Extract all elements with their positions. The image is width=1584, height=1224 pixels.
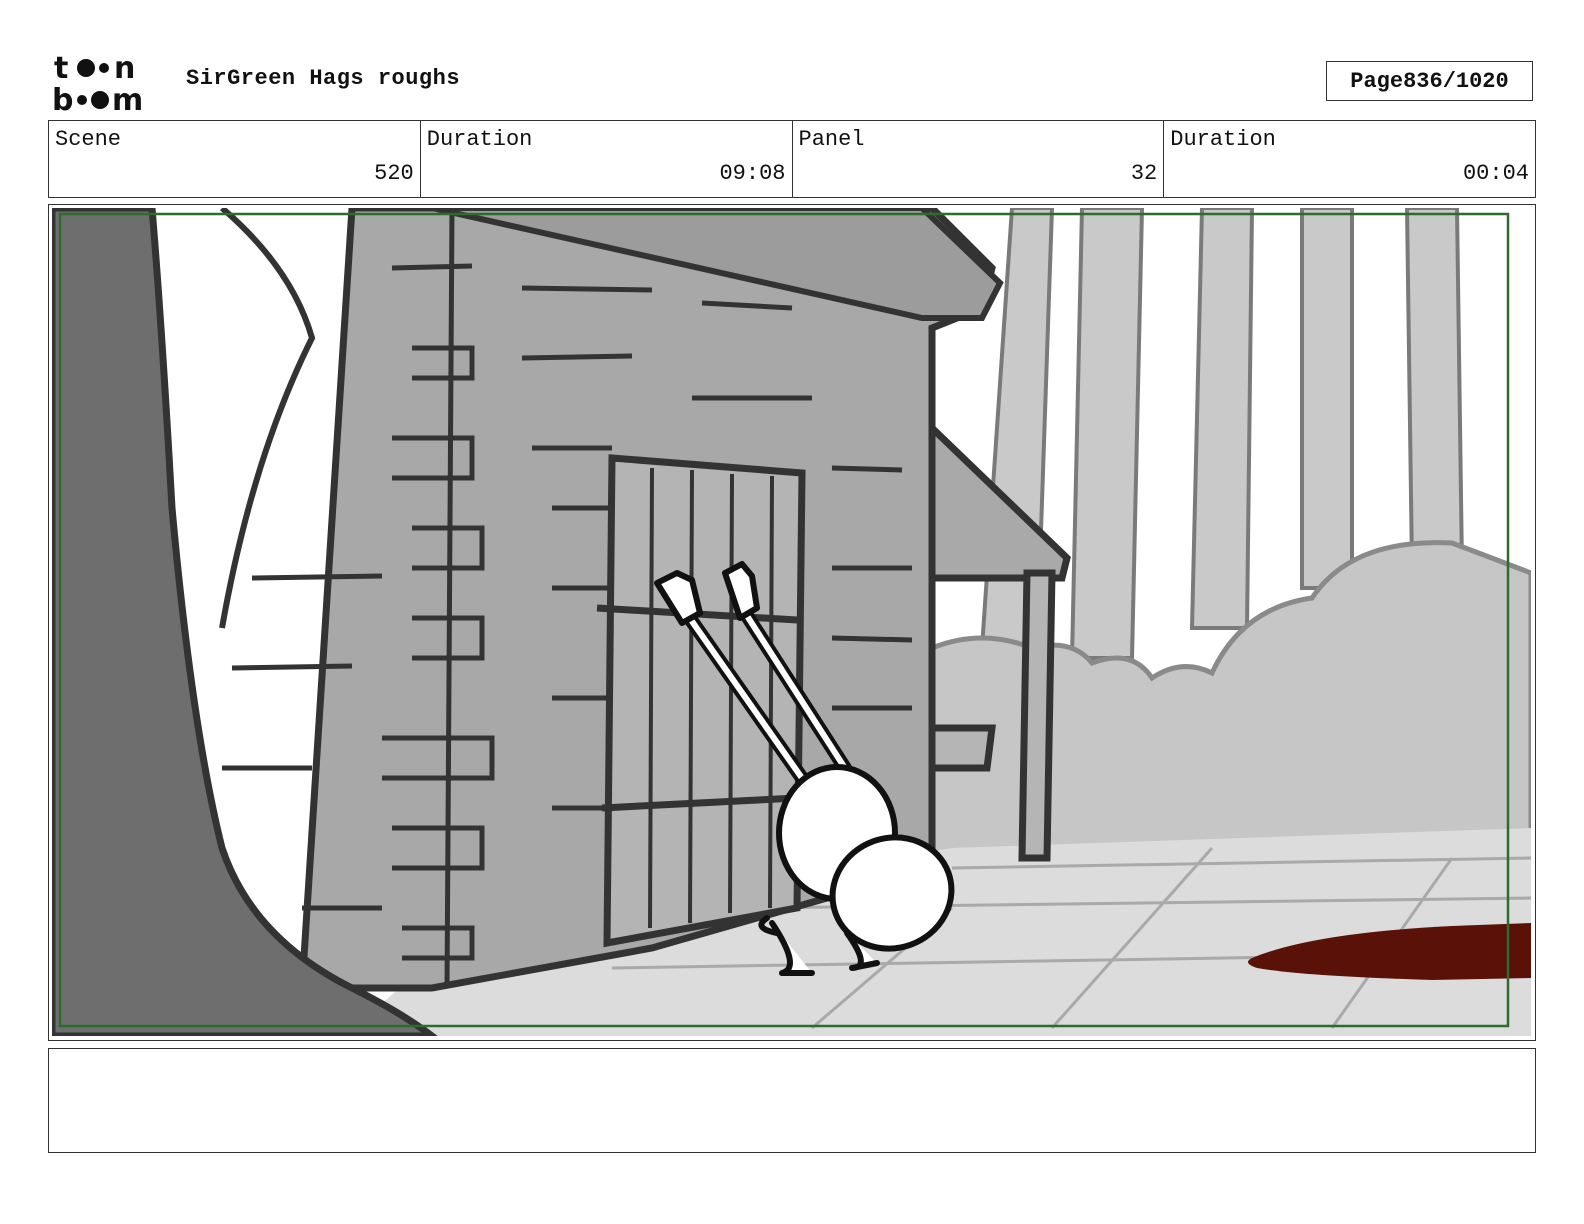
storyboard-panel [48,204,1536,1041]
panel-duration-value: 00:04 [1462,161,1529,186]
page-number: 836/1020 [1403,68,1509,94]
panel-cell: Panel 32 [793,121,1165,197]
scene-duration-label: Duration [426,127,533,152]
svg-text:t: t [54,51,68,86]
panel-duration-label: Duration [1170,127,1276,152]
scene-duration-cell: Duration 09:08 [421,121,793,197]
page-indicator: Page 836/1020 [1326,61,1533,101]
document-title: SirGreen Hags roughs [186,66,461,91]
svg-text:m: m [112,83,143,112]
panel-value: 32 [1130,161,1158,186]
scene-info-table: Scene 520 Duration 09:08 Panel 32 Durati… [48,120,1536,198]
panel-image [52,208,1531,1036]
svg-text:b: b [52,83,73,112]
svg-text:n: n [114,51,135,86]
page-label: Page [1350,68,1404,94]
scene-label: Scene [55,127,122,152]
panel-label: Panel [798,127,865,152]
toonboom-logo: t n b m [52,51,143,112]
scene-value: 520 [374,161,414,186]
panel-duration-cell: Duration 00:04 [1164,121,1535,197]
shed-door [596,454,806,948]
scene-cell: Scene 520 [49,121,421,197]
panel-notes [48,1048,1536,1153]
scene-duration-value: 09:08 [719,161,786,186]
